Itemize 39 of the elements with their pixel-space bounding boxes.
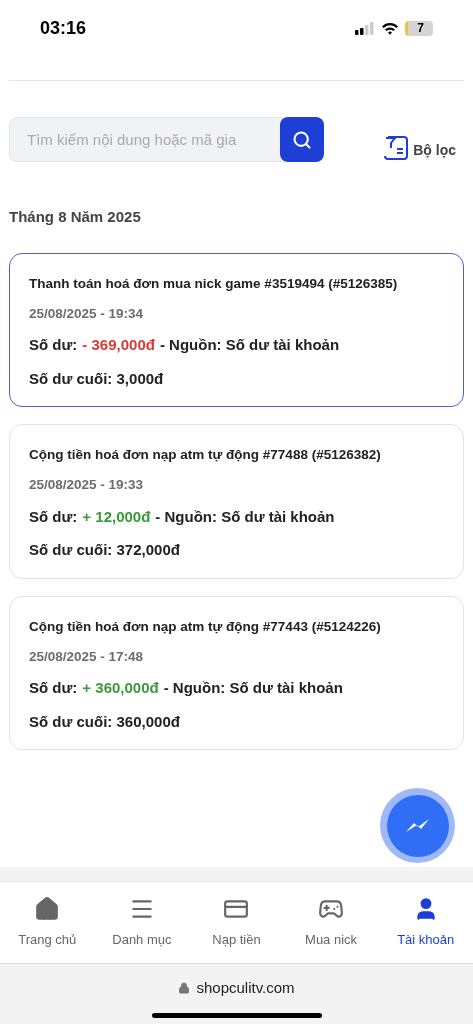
balance-label: Số dư: [29,678,78,698]
source-text: - Nguồn: Số dư tài khoản [155,506,335,527]
final-balance: Số dư cuối: 3,000đ [29,368,165,389]
wifi-icon [381,21,399,35]
home-icon [34,895,61,922]
signal-icon [355,21,375,35]
status-time: 03:16 [40,16,87,40]
nav-tab[interactable]: Trang chủ [0,882,95,963]
amount: - 369,000đ [82,335,155,355]
source-text: - Nguồn: Số dư tài khoản [163,678,343,698]
transaction-datetime: 25/08/2025 - 19:34 [29,304,145,323]
search-icon [292,129,312,150]
month-heading: Tháng 8 Năm 2025 [8,207,142,227]
transaction-title: Cộng tiền hoá đơn nạp atm tự động #77488 (#5126382) [29,446,382,464]
url-text: shopculitv.com [196,978,295,998]
lock-icon [178,982,191,995]
amount: + 360,000đ [82,678,159,698]
filter-button[interactable]: Bộ lọc [383,118,456,161]
balance-label: Số dư: [29,335,78,355]
amount: + 12,000đ [82,506,151,527]
chat-bolt-icon [404,817,431,834]
nav-tab[interactable]: Nạp tiền [189,882,284,963]
filter-icon [383,134,410,161]
transaction-title: Thanh toán hoá đơn mua nick game #3519494 (#5126385) [29,274,399,293]
final-balance: Số dư cuối: 372,000đ [29,540,181,560]
balance-label: Số dư: [29,506,78,527]
transaction-card[interactable]: Cộng tiền hoá đơn nạp atm tự động #77488 (#5126382) 25/08/2025 - 19:33 Số dư: + 12,000đ - Nguồn: Số dư tài khoản Số dư cuối: 372,000đ [9,424,464,579]
transaction-card[interactable]: Thanh toán hoá đơn mua nick game #3519494 (#5126385) 25/08/2025 - 19:34 Số dư: - 369,000đ - Nguồn: Số dư tài khoản Số dư cuối: 3,000đ [9,252,464,407]
nav-tab[interactable]: Tài khoản [378,882,473,963]
final-balance: Số dư cuối: 360,000đ [29,711,181,732]
transaction-datetime: 25/08/2025 - 17:48 [29,647,145,666]
transaction-card[interactable]: Cộng tiền hoá đơn nạp atm tự động #77443 (#5124226) 25/08/2025 - 17:48 Số dư: + 360,000đ - Nguồn: Số dư tài khoản Số dư cuối: 360,000đ [9,595,464,750]
search-field[interactable]: Tìm kiếm nội dung hoặc mã gia [9,117,284,162]
nav-tab[interactable]: Danh mục [94,882,190,963]
nav-tab[interactable]: Mua nick [283,882,379,963]
transaction-datetime: 25/08/2025 - 19:33 [29,476,145,495]
transaction-title: Cộng tiền hoá đơn nạp atm tự động #77443 (#5124226) [29,617,382,636]
battery-indicator: 7 [405,20,433,36]
source-text: - Nguồn: Số dư tài khoản [159,335,340,355]
